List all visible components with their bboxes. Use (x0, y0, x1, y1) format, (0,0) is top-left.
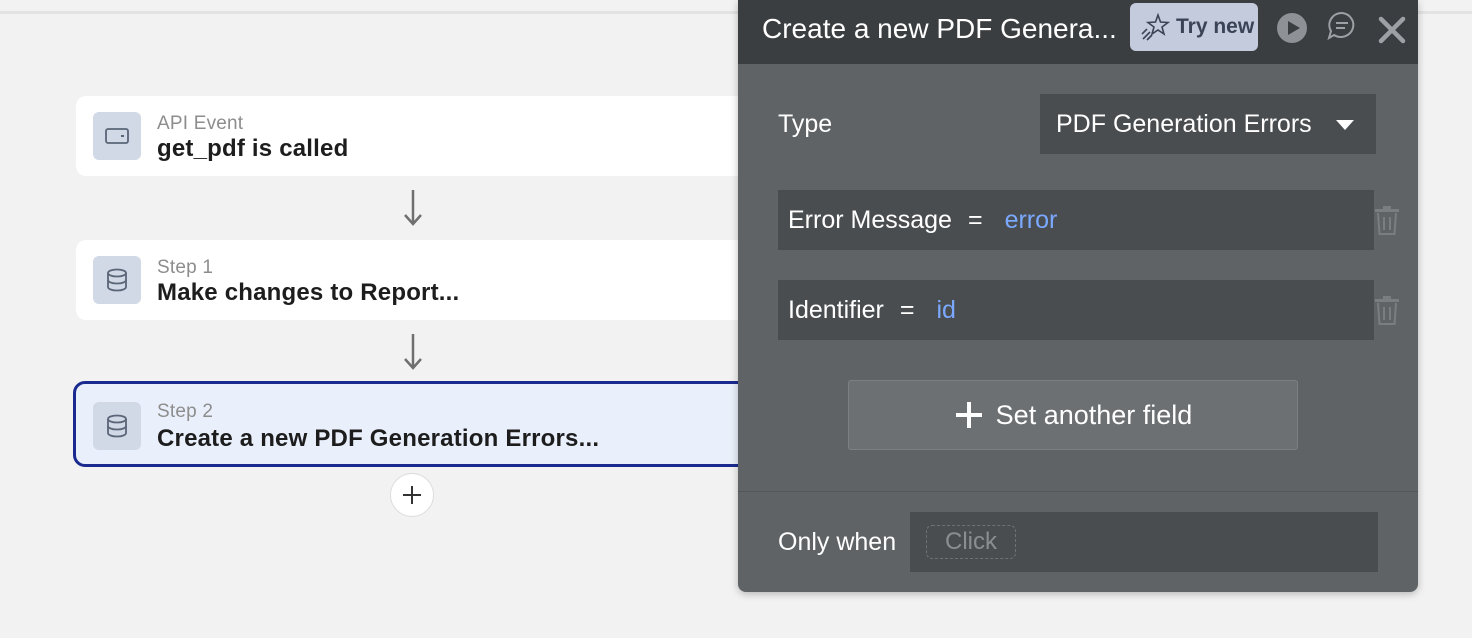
database-icon (93, 256, 141, 304)
field-operator: = (967, 205, 983, 234)
add-step-button[interactable] (390, 473, 434, 517)
arrow-down-icon (404, 190, 422, 226)
set-another-field-button[interactable]: Set another field (848, 380, 1298, 450)
type-dropdown[interactable]: PDF Generation Errors (1040, 94, 1376, 154)
database-icon (93, 402, 141, 450)
only-when-input[interactable]: Click (910, 512, 1378, 572)
plus-icon (955, 402, 982, 428)
api-icon (93, 112, 141, 160)
step-1-card[interactable]: Step 1 Make changes to Report... (76, 240, 776, 320)
step-1-caption: Step 1 (157, 257, 214, 278)
try-new-button[interactable]: Try new (1130, 3, 1258, 51)
type-dropdown-value: PDF Generation Errors (1056, 109, 1312, 138)
event-title: get_pdf is called (157, 135, 349, 162)
panel-title: Create a new PDF Genera... (762, 13, 1117, 44)
field-operator: = (899, 295, 915, 324)
only-when-label: Only when (778, 528, 897, 556)
plus-icon (403, 486, 421, 504)
field-value[interactable]: error (1005, 206, 1058, 235)
step-2-card[interactable]: Step 2 Create a new PDF Generation Error… (73, 381, 773, 467)
try-new-label: Try new (1176, 15, 1255, 38)
panel-header: Create a new PDF Genera... Try new (738, 0, 1418, 64)
close-icon[interactable] (1377, 15, 1407, 45)
panel-divider (738, 491, 1418, 492)
action-properties-panel: Create a new PDF Genera... Try new Type … (738, 0, 1418, 592)
comment-icon[interactable] (1326, 10, 1358, 42)
step-2-caption: Step 2 (157, 401, 214, 422)
step-1-title: Make changes to Report... (157, 279, 460, 306)
set-another-field-label: Set another field (995, 399, 1193, 430)
trash-icon[interactable] (1374, 295, 1400, 325)
play-icon[interactable] (1276, 12, 1308, 44)
field-row-error-message[interactable]: Error Message = error (778, 190, 1374, 250)
event-caption: API Event (157, 113, 244, 134)
only-when-placeholder[interactable]: Click (926, 525, 1016, 559)
arrow-down-icon (404, 334, 422, 370)
field-name: Identifier (788, 295, 884, 324)
type-label: Type (778, 110, 833, 138)
field-name: Error Message (788, 205, 952, 234)
field-value[interactable]: id (937, 296, 956, 325)
event-card[interactable]: API Event get_pdf is called (76, 96, 776, 176)
field-row-identifier[interactable]: Identifier = id (778, 280, 1374, 340)
caret-down-icon (1336, 120, 1354, 130)
sparkle-star-icon (1141, 12, 1170, 41)
trash-icon[interactable] (1374, 205, 1400, 235)
step-2-title: Create a new PDF Generation Errors... (157, 425, 600, 452)
